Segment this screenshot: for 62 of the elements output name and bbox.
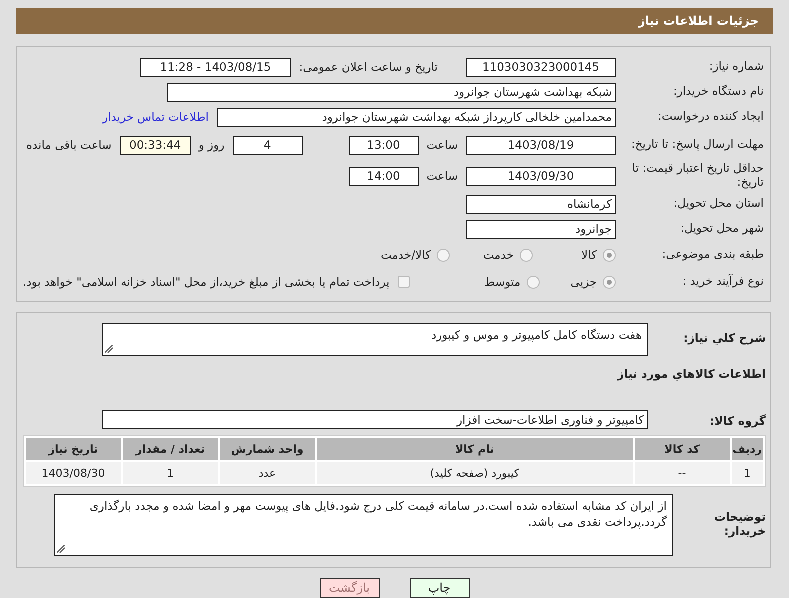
field-label: شهر محل تحویل: (680, 222, 764, 236)
table-cell: 1403/08/30 (26, 462, 121, 484)
text-field[interactable]: 13:00 (348, 136, 419, 154)
field-label: متوسط (484, 275, 521, 289)
field-label: استان محل تحویل: (672, 197, 764, 211)
field-label: ساعت باقی مانده (26, 138, 112, 152)
field-label: نام دستگاه خریدار: (672, 85, 764, 99)
field-label: توضیحات خریدار: (714, 511, 766, 539)
radio-button[interactable] (603, 276, 616, 288)
field-label: پرداخت تمام یا بخشی از مبلغ خرید،از محل "اسناد خزانه اسلامی" خواهد بود. (23, 275, 390, 289)
column-header: تاریخ نیاز (26, 438, 121, 460)
field-label: اطلاعات کالاهاي مورد نياز (618, 368, 766, 382)
resize-grip-icon (57, 545, 65, 553)
field-label: گروه کالا: (709, 415, 766, 429)
text-field[interactable]: 00:33:44 (120, 136, 191, 154)
text-field[interactable]: شبکه بهداشت شهرستان جوانرود (167, 82, 616, 102)
table-cell: 1 (123, 462, 218, 484)
page-header: جزئیات اطلاعات نیاز (16, 8, 773, 34)
text-field[interactable]: 1103030323000145 (466, 58, 616, 76)
column-header: تعداد / مقدار (123, 438, 218, 460)
table-cell: عدد (220, 462, 315, 484)
field-label: مهلت ارسال پاسخ: تا تاریخ: (630, 138, 764, 152)
radio-button[interactable] (437, 248, 450, 262)
print-button[interactable]: چاپ (410, 578, 470, 598)
field-label: جزیی (570, 275, 597, 289)
field-label: تاریخ و ساعت اعلان عمومی: (299, 60, 438, 74)
notes-textarea[interactable]: از ایران کد مشابه استفاده شده است.در سامانه قیمت کلی درج شود.فایل های پیوست مهر و امضا شده و مجدد بارگذاری گردد.پرداخت نقدی می باشد. (54, 494, 673, 556)
radio-button[interactable] (520, 248, 533, 262)
field-label: ایجاد کننده درخواست: (657, 110, 764, 124)
text-field[interactable]: 4 (232, 136, 303, 154)
field-label: کالا/خدمت (380, 248, 431, 262)
radio-button[interactable] (603, 248, 616, 262)
text-field[interactable]: کامپیوتر و فناوری اطلاعات-سخت افزار (102, 410, 648, 429)
text-field[interactable]: 1403/08/15 - 11:28 (140, 58, 292, 76)
column-header: نام کالا (317, 438, 633, 460)
text-field[interactable]: 14:00 (348, 166, 419, 186)
field-label: روز و (198, 138, 225, 152)
text-field[interactable]: 1403/09/30 (466, 166, 616, 186)
buyer-contact-link[interactable]: اطلاعات تماس خریدار (102, 110, 209, 124)
radio-button[interactable] (526, 276, 540, 288)
column-header: ردیف (732, 438, 763, 460)
field-label: نوع فرآیند خرید : (682, 275, 764, 289)
field-label: طبقه بندی موضوعی: (661, 248, 764, 262)
field-label: شرح کلي نياز: (682, 332, 766, 346)
table-cell: 1 (732, 462, 763, 484)
text-field[interactable]: محمدامین خلخالی کارپرداز شبکه بهداشت شهرستان جوانرود (217, 108, 616, 126)
table-cell: کیبورد (صفحه کلید) (317, 462, 633, 484)
table-cell: -- (634, 462, 730, 484)
text-field[interactable]: 1403/08/19 (466, 136, 616, 154)
checkbox[interactable] (398, 276, 410, 288)
field-label: ساعت (426, 138, 458, 152)
description-textarea[interactable]: هفت دستگاه کامل کامپیوتر و موس و کیبورد (102, 322, 648, 356)
resize-grip-icon (105, 344, 113, 352)
field-label: کالا (581, 248, 597, 262)
field-label: خدمت (483, 248, 514, 262)
column-header: واحد شمارش (220, 438, 315, 460)
field-label: حداقل تاریخ اعتبار قیمت: تا تاریخ: (631, 162, 764, 190)
text-field[interactable]: کرمانشاه (466, 194, 616, 214)
column-header: کد کالا (634, 438, 730, 460)
text-field[interactable]: جوانرود (466, 220, 616, 238)
field-label: ساعت (426, 169, 458, 183)
field-label: شماره نیاز: (708, 60, 764, 74)
